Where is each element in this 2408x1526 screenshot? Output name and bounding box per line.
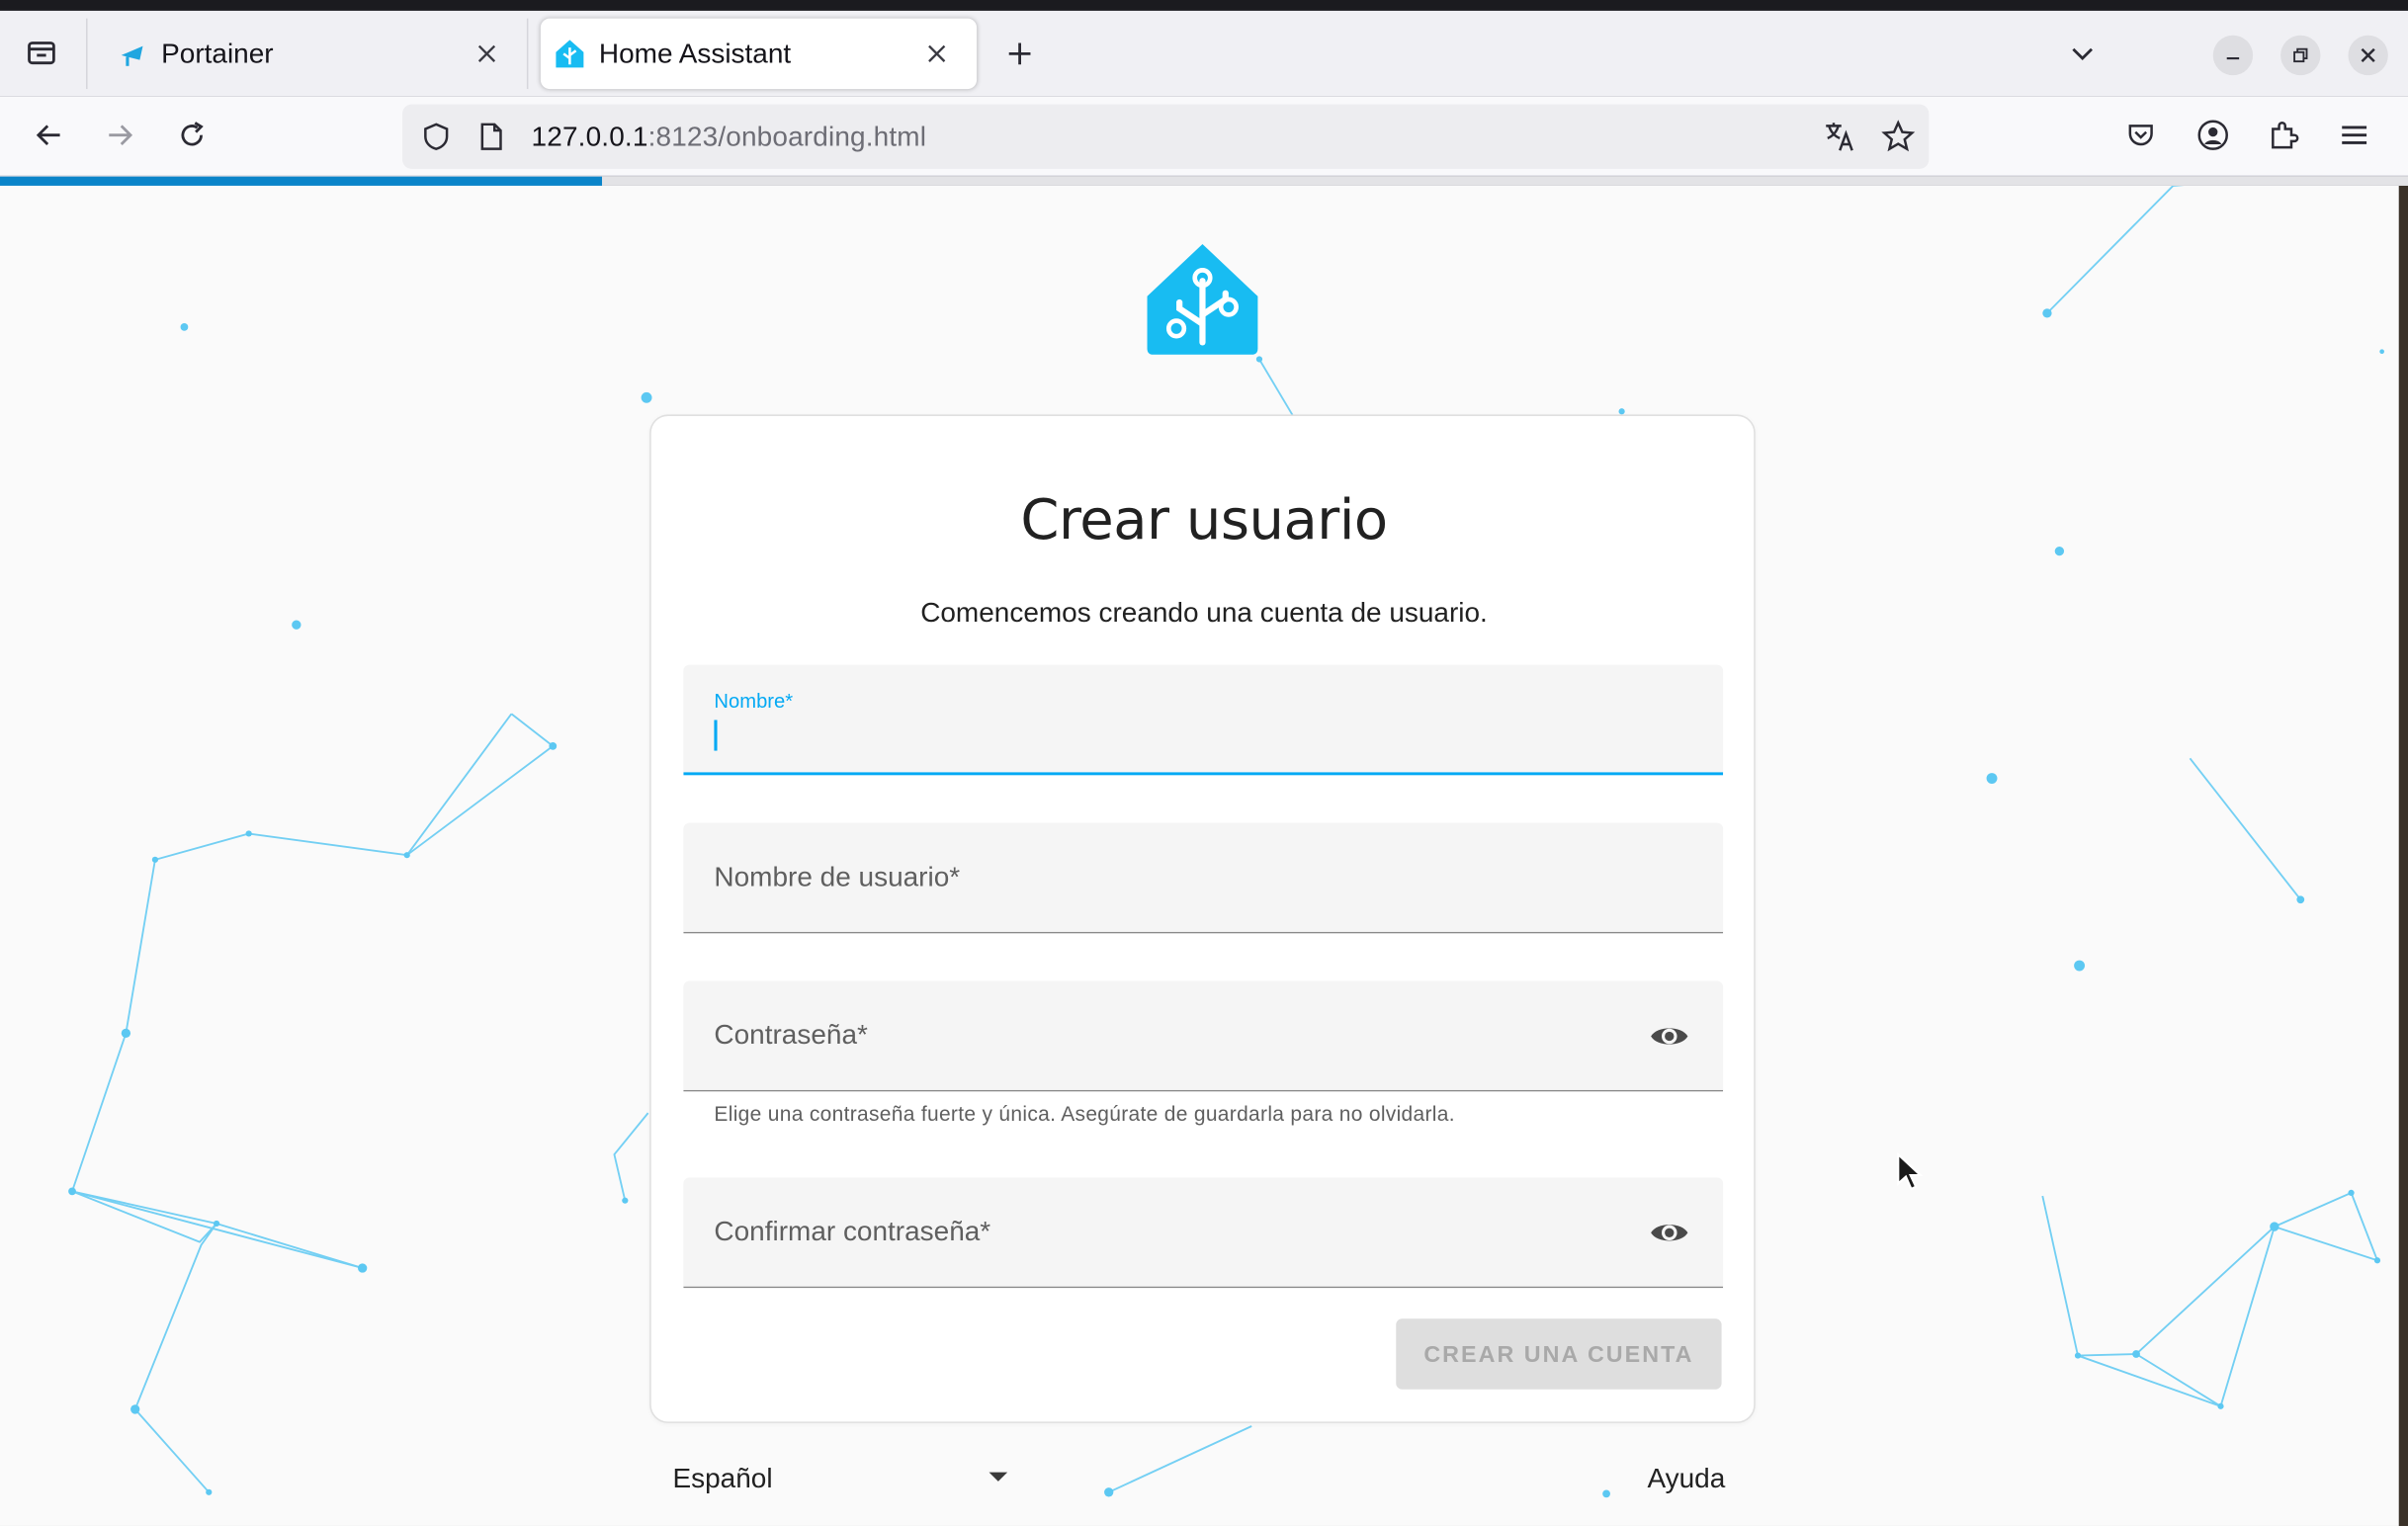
- menu-button[interactable]: [2328, 109, 2380, 161]
- extensions-button[interactable]: [2258, 109, 2310, 161]
- password-field-label: Contraseña*: [714, 1019, 868, 1051]
- new-tab-button[interactable]: [995, 30, 1045, 79]
- progress-fill: [0, 176, 603, 186]
- tab-home-assistant[interactable]: Home Assistant: [540, 18, 978, 90]
- tab-title: Portainer: [161, 38, 274, 69]
- hamburger-menu-icon: [2342, 126, 2367, 144]
- browser-window: Portainer Home Assistant 127.0.0.1:8123/…: [0, 0, 2408, 1526]
- puzzle-icon: [2272, 122, 2299, 149]
- text-caret: [714, 720, 718, 751]
- tab-close-icon[interactable]: [918, 36, 955, 72]
- name-field-label: Nombre*: [714, 689, 794, 713]
- tab-title: Home Assistant: [598, 38, 792, 69]
- shield-icon[interactable]: [418, 119, 455, 155]
- portainer-favicon-icon: [116, 37, 149, 70]
- home-assistant-logo: [1143, 241, 1262, 358]
- page-subtitle: Comencemos creando una cuenta de usuario…: [920, 597, 1488, 629]
- password-helper-text: Elige una contraseña fuerte y única. Ase…: [714, 1102, 1455, 1126]
- window-top-border: [0, 0, 2408, 11]
- page-title: Crear usuario: [1020, 489, 1388, 553]
- chevron-down-icon: [2072, 47, 2093, 61]
- close-window-button[interactable]: [2348, 35, 2388, 76]
- firefox-view-button[interactable]: [16, 26, 68, 78]
- url-host: 127.0.0.1: [531, 120, 648, 152]
- onboarding-card: Crear usuario Comencemos creando una cue…: [649, 414, 1756, 1423]
- confirm-password-field[interactable]: Confirmar contraseña*: [683, 1177, 1724, 1289]
- tab-close-icon[interactable]: [469, 36, 505, 72]
- restore-icon: [2293, 47, 2308, 63]
- tab-bar: Portainer Home Assistant: [0, 10, 2408, 97]
- plus-icon: [1008, 42, 1031, 65]
- pocket-button[interactable]: [2114, 109, 2167, 161]
- bookmark-star-icon[interactable]: [1880, 119, 1917, 155]
- back-button[interactable]: [23, 109, 75, 161]
- username-field-label: Nombre de usuario*: [714, 861, 961, 892]
- url-text[interactable]: 127.0.0.1:8123/onboarding.html: [532, 121, 927, 153]
- username-field[interactable]: Nombre de usuario*: [683, 822, 1724, 934]
- dropdown-arrow-icon: [989, 1472, 1008, 1482]
- show-confirm-password-eye-icon[interactable]: [1650, 1215, 1689, 1251]
- list-all-tabs-button[interactable]: [2058, 30, 2107, 79]
- account-icon: [2197, 120, 2228, 150]
- mouse-cursor-icon: [1897, 1151, 1924, 1191]
- restore-button[interactable]: [2280, 35, 2321, 76]
- password-field[interactable]: Contraseña*: [683, 980, 1724, 1092]
- minimize-icon: [2226, 56, 2240, 60]
- desktop-edge: [2398, 185, 2408, 1526]
- home-assistant-favicon-icon: [553, 37, 586, 70]
- minimize-button[interactable]: [2212, 35, 2254, 76]
- navigation-toolbar: 127.0.0.1:8123/onboarding.html: [0, 96, 2408, 177]
- pocket-icon: [2128, 125, 2153, 146]
- firefox-view-icon: [28, 42, 55, 65]
- help-link[interactable]: Ayuda: [1628, 1445, 1745, 1512]
- confirm-password-field-label: Confirmar contraseña*: [714, 1216, 991, 1247]
- arrow-left-icon: [36, 125, 60, 145]
- translate-icon[interactable]: [1822, 119, 1858, 155]
- name-field[interactable]: Nombre*: [683, 664, 1724, 776]
- reload-icon: [181, 122, 204, 146]
- show-password-eye-icon[interactable]: [1650, 1018, 1689, 1055]
- create-account-button[interactable]: CREAR UNA CUENTA: [1396, 1318, 1722, 1390]
- language-select-value: Español: [672, 1462, 773, 1493]
- language-select[interactable]: Español: [657, 1445, 1017, 1512]
- tab-portainer[interactable]: Portainer: [86, 18, 529, 90]
- account-button[interactable]: [2187, 109, 2239, 161]
- arrow-right-icon: [109, 125, 133, 145]
- page-load-progress-bar: [0, 176, 2408, 186]
- page-icon[interactable]: [473, 119, 510, 155]
- page-content: Crear usuario Comencemos creando una cue…: [0, 185, 2408, 1526]
- forward-button[interactable]: [94, 109, 146, 161]
- reload-button[interactable]: [166, 109, 218, 161]
- url-path: :8123/onboarding.html: [647, 120, 927, 152]
- close-icon: [2361, 47, 2375, 63]
- address-bar[interactable]: 127.0.0.1:8123/onboarding.html: [402, 104, 1930, 169]
